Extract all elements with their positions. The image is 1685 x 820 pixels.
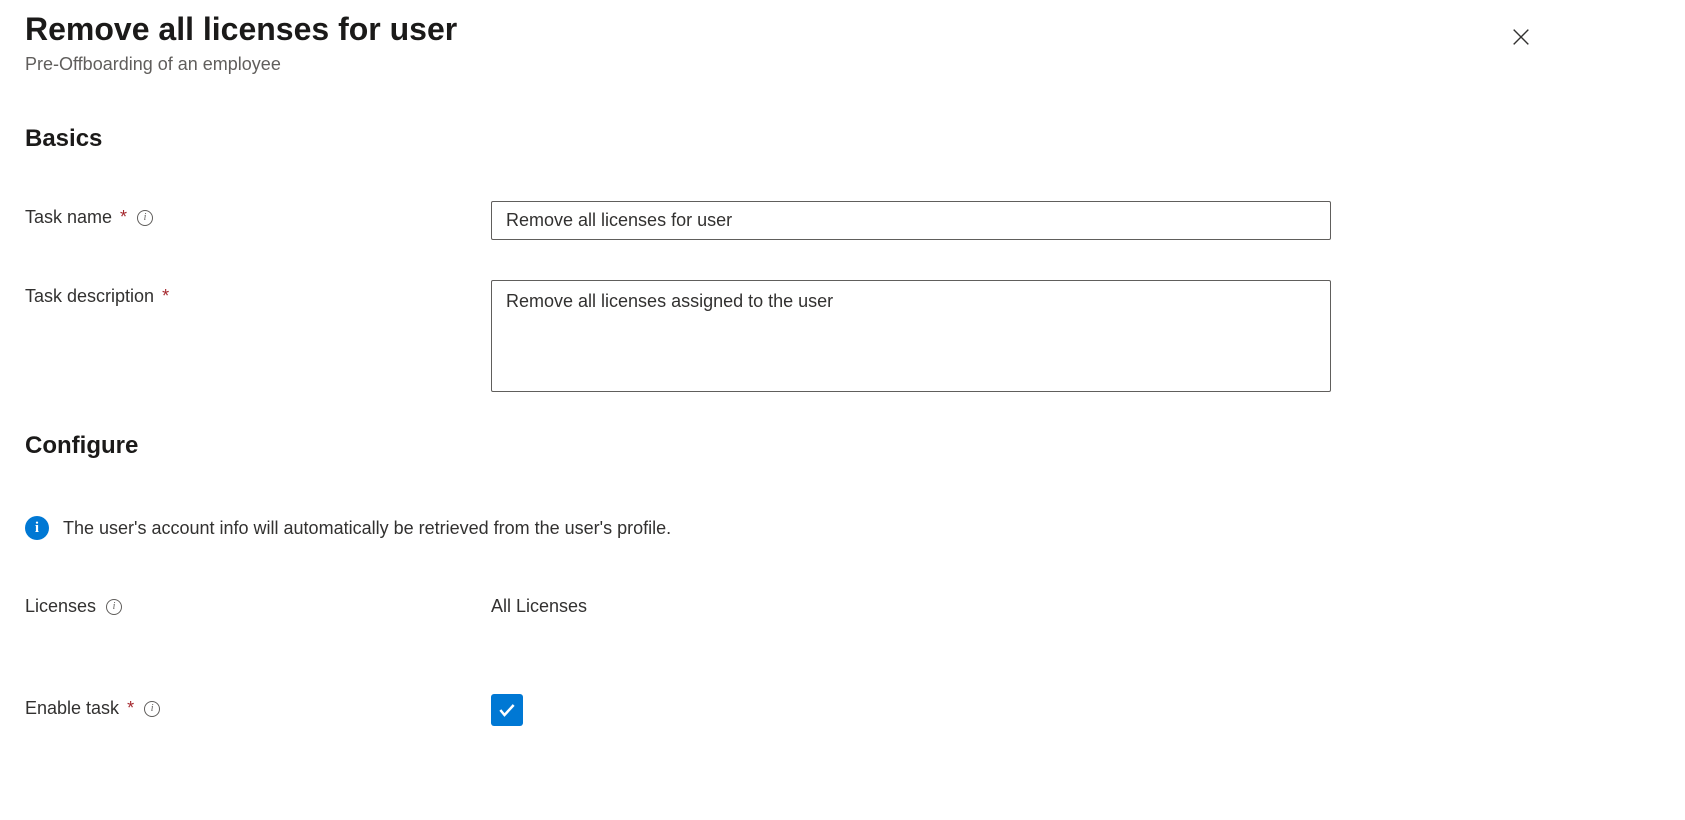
configure-heading: Configure [25, 432, 1660, 460]
info-icon: i [25, 516, 49, 540]
basics-heading: Basics [25, 125, 1660, 153]
task-description-label: Task description * [25, 280, 491, 307]
info-banner: i The user's account info will automatic… [25, 516, 1660, 540]
info-icon[interactable]: i [137, 210, 153, 226]
task-description-input[interactable] [491, 280, 1331, 392]
required-indicator: * [127, 698, 134, 719]
task-name-input[interactable] [491, 201, 1331, 240]
close-button[interactable] [1502, 18, 1540, 59]
enable-task-checkbox[interactable] [491, 694, 523, 726]
enable-task-label-text: Enable task [25, 698, 119, 719]
licenses-value: All Licenses [491, 590, 587, 617]
info-banner-text: The user's account info will automatical… [63, 518, 671, 539]
task-name-label: Task name * i [25, 201, 491, 228]
licenses-label-text: Licenses [25, 596, 96, 617]
task-name-label-text: Task name [25, 207, 112, 228]
licenses-label: Licenses i [25, 590, 491, 617]
checkmark-icon [497, 700, 517, 720]
page-title: Remove all licenses for user [25, 10, 457, 48]
close-icon [1510, 26, 1532, 48]
page-subtitle: Pre-Offboarding of an employee [25, 54, 457, 75]
info-icon[interactable]: i [144, 701, 160, 717]
enable-task-label: Enable task * i [25, 692, 491, 719]
info-icon[interactable]: i [106, 599, 122, 615]
required-indicator: * [162, 286, 169, 307]
required-indicator: * [120, 207, 127, 228]
task-description-label-text: Task description [25, 286, 154, 307]
